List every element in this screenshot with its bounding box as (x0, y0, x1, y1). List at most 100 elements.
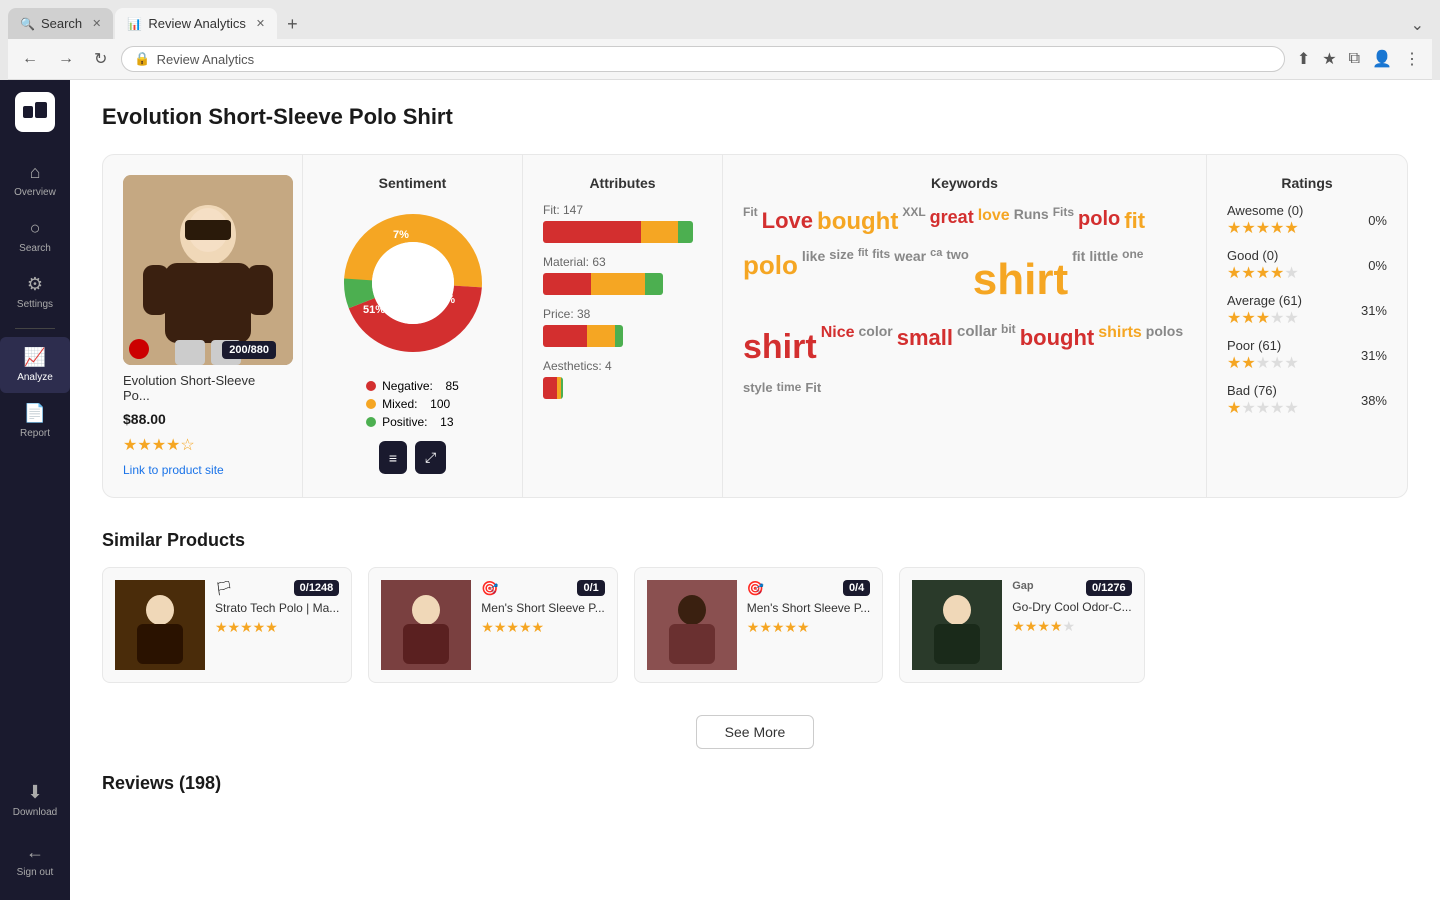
similar-card-1[interactable]: 🏳 0/1248 Strato Tech Polo | Ma... ★★★★★ (102, 567, 352, 683)
forward-button[interactable]: → (52, 48, 80, 70)
similar-card-1-header: 🏳 0/1248 (215, 580, 339, 597)
similar-products-title: Similar Products (102, 530, 1408, 551)
similar-card-3-name: Men's Short Sleeve P... (747, 601, 870, 615)
new-tab-button[interactable]: + (279, 10, 306, 39)
tabs-row: 🔍 Search ✕ 📊 Review Analytics ✕ + ⌄ (8, 8, 1432, 39)
keyword-word: shirt (973, 245, 1068, 315)
sidebar-item-analyze[interactable]: 📈 Analyze (0, 337, 70, 393)
keyword-word: small (897, 320, 953, 374)
keyword-word: love (978, 203, 1010, 241)
product-price: $88.00 (123, 411, 282, 427)
rating-awesome-pct: 0% (1368, 213, 1387, 228)
profile-button[interactable]: 👤 (1368, 45, 1396, 73)
product-image-wrap: 200/880 (123, 175, 282, 365)
rating-good-pct: 0% (1368, 258, 1387, 273)
review-analytics-tab-close[interactable]: ✕ (256, 17, 265, 30)
positive-value: 13 (440, 415, 453, 429)
rating-awesome-stars: ★★★★★ (1227, 218, 1303, 238)
filter-button[interactable]: ≡ (379, 441, 407, 474)
bookmark-button[interactable]: ★ (1318, 45, 1340, 73)
sidebar-item-overview[interactable]: ⌂ Overview (0, 152, 70, 208)
lock-icon: 🔒 (134, 51, 150, 67)
keyword-word: polo (743, 245, 798, 315)
analytics-card: 200/880 Evolution Short-Sleeve Po... $88… (102, 154, 1408, 498)
similar-card-4[interactable]: Gap 0/1276 Go-Dry Cool Odor-C... ★★★★★ (899, 567, 1144, 683)
menu-button[interactable]: ⋮ (1400, 45, 1424, 73)
address-bar[interactable]: 🔒 Review Analytics (121, 46, 1284, 72)
attr-aesthetics: Aesthetics: 4 (543, 359, 702, 399)
negative-value: 85 (446, 379, 459, 393)
sidebar-bottom: ⬇ Download ← Sign out (7, 772, 63, 888)
sidebar-item-search[interactable]: ○ Search (0, 208, 70, 264)
similar-products-section: Similar Products (102, 530, 1408, 683)
keyword-word: two (946, 245, 968, 315)
search-tab-icon: 🔍 (20, 17, 35, 31)
mixed-value: 100 (430, 397, 450, 411)
sidebar-item-download[interactable]: ⬇ Download (7, 772, 63, 828)
attr-fit-bar (543, 221, 693, 243)
sidebar-item-analyze-label: Analyze (17, 372, 53, 383)
svg-text:51%: 51% (363, 304, 385, 316)
sidebar-item-report[interactable]: 📄 Report (0, 393, 70, 449)
keyword-word: polos (1146, 320, 1183, 374)
keyword-word: XXL (902, 203, 925, 241)
sidebar-item-settings[interactable]: ⚙ Settings (0, 264, 70, 320)
mixed-label: Mixed: (382, 397, 424, 411)
similar-card-2-brand: 🎯 (481, 580, 498, 597)
rating-average-stars: ★★★★★ (1227, 308, 1302, 328)
sidebar: ⌂ Overview ○ Search ⚙ Settings 📈 Analyze… (0, 80, 70, 900)
keyword-word: Fit (805, 378, 821, 399)
similar-card-2[interactable]: 🎯 0/1 Men's Short Sleeve P... ★★★★★ (368, 567, 617, 683)
see-more-button[interactable]: See More (696, 715, 815, 749)
share-button[interactable]: ⬆ (1293, 45, 1314, 73)
similar-card-4-image (912, 580, 1002, 670)
rating-bad-stars: ★★★★★ (1227, 398, 1299, 418)
similar-card-2-badge: 0/1 (577, 580, 604, 596)
report-icon: 📄 (24, 403, 46, 424)
similar-card-4-name: Go-Dry Cool Odor-C... (1012, 600, 1131, 614)
ratings-title: Ratings (1227, 175, 1387, 191)
product-section: 200/880 Evolution Short-Sleeve Po... $88… (103, 155, 303, 497)
sidebar-item-overview-label: Overview (14, 187, 56, 198)
review-analytics-tab-icon: 📊 (127, 17, 142, 31)
tab-search[interactable]: 🔍 Search ✕ (8, 8, 113, 39)
sidebar-item-signout[interactable]: ← Sign out (11, 832, 60, 888)
sidebar-divider (15, 328, 55, 329)
sidebar-item-settings-label: Settings (17, 299, 53, 310)
sidebar-logo (15, 92, 55, 132)
similar-card-3[interactable]: 🎯 0/4 Men's Short Sleeve P... ★★★★★ (634, 567, 883, 683)
rating-poor: Poor (61) ★★★★★ 31% (1227, 338, 1387, 373)
sentiment-actions: ≡ ⤢ (379, 441, 446, 474)
search-icon: ○ (30, 218, 41, 239)
rating-awesome-label: Awesome (0) (1227, 203, 1303, 218)
similar-card-4-header: Gap 0/1276 (1012, 580, 1131, 596)
back-button[interactable]: ← (16, 48, 44, 70)
keyword-word: collar (957, 320, 997, 374)
keyword-word: bit (1001, 320, 1016, 374)
tab-review-analytics[interactable]: 📊 Review Analytics ✕ (115, 8, 277, 39)
product-link[interactable]: Link to product site (123, 463, 282, 477)
similar-card-2-info: 🎯 0/1 Men's Short Sleeve P... ★★★★★ (481, 580, 604, 636)
keywords-section: Keywords Fit Love bought XXL great love … (723, 155, 1207, 497)
svg-text:43%: 43% (433, 294, 455, 306)
review-analytics-tab-label: Review Analytics (148, 16, 246, 31)
attributes-section: Attributes Fit: 147 Material: 63 (523, 155, 723, 497)
reload-button[interactable]: ↻ (88, 47, 113, 71)
similar-card-3-image (647, 580, 737, 670)
similar-card-1-info: 🏳 0/1248 Strato Tech Polo | Ma... ★★★★★ (215, 580, 339, 636)
sidebar-item-signout-label: Sign out (17, 867, 54, 878)
tab-overflow-button[interactable]: ⌄ (1403, 11, 1432, 39)
search-tab-close[interactable]: ✕ (92, 17, 101, 30)
negative-label: Negative: (382, 379, 439, 393)
keyword-word: great (930, 203, 974, 241)
rating-good-stars: ★★★★★ (1227, 263, 1299, 283)
rating-bad-label: Bad (76) (1227, 383, 1299, 398)
similar-card-2-stars: ★★★★★ (481, 619, 604, 636)
keyword-word: time (777, 378, 802, 399)
home-icon: ⌂ (30, 162, 41, 183)
expand-button[interactable]: ⤢ (415, 441, 446, 474)
sidebar-toggle-button[interactable]: ⧉ (1345, 45, 1364, 73)
positive-dot (366, 417, 376, 427)
rating-poor-pct: 31% (1361, 348, 1387, 363)
keyword-word: shirt (743, 320, 817, 374)
